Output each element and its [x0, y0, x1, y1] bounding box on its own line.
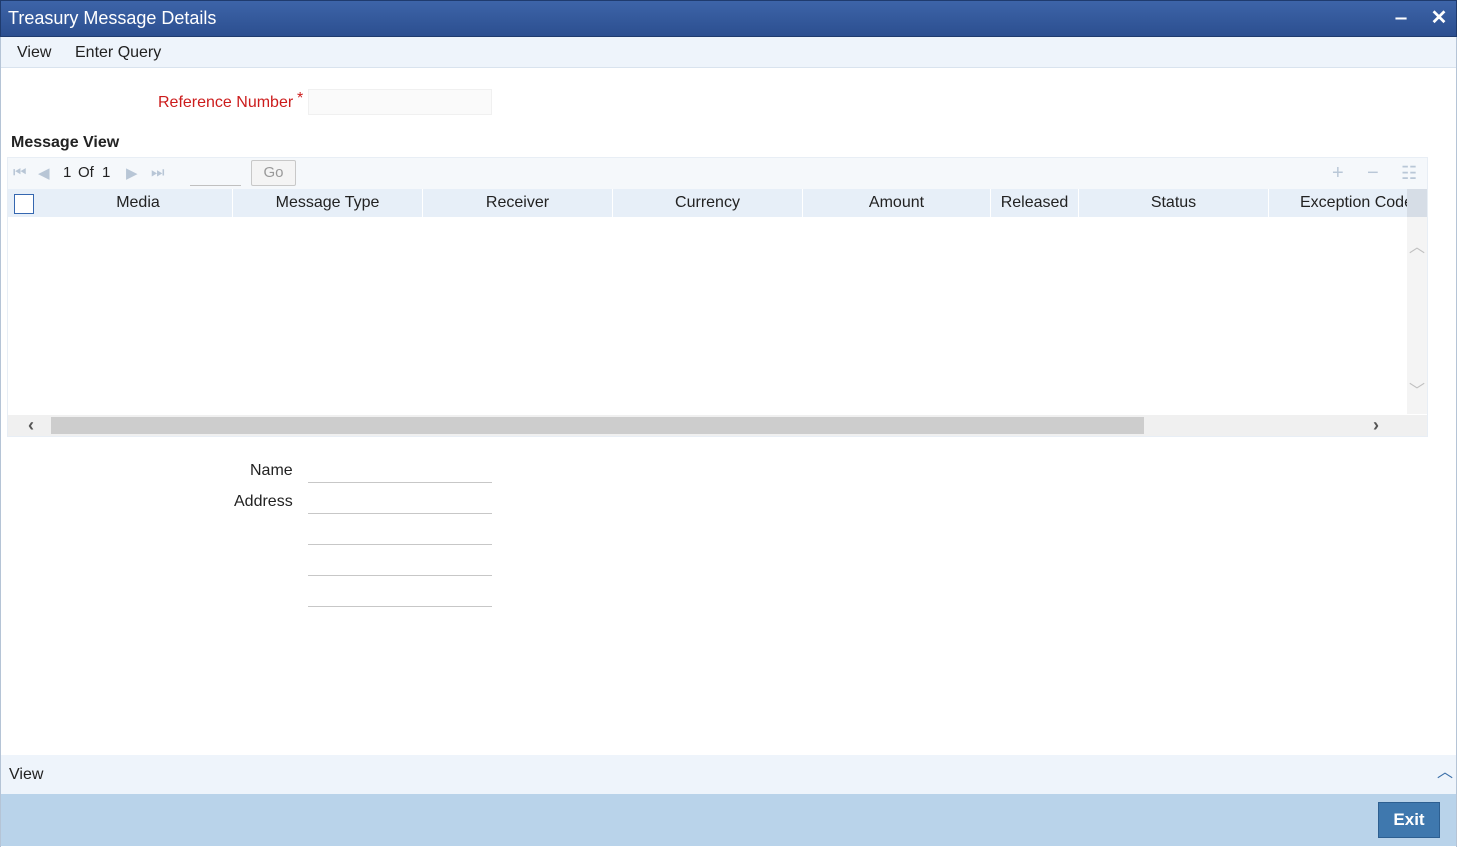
grid-pager: ⏮ ◀ 1 Of 1 ▶ ⏭ Go + − ☷ — [8, 158, 1427, 189]
column-header-receiver[interactable]: Receiver — [423, 189, 613, 217]
footer-view-label: View — [9, 766, 44, 783]
scroll-up-icon[interactable]: ︿ — [1409, 233, 1425, 257]
required-marker: * — [297, 90, 304, 107]
footer-view-panel: View ︿ — [1, 755, 1456, 794]
window-titlebar: Treasury Message Details ‒ ✕ — [0, 0, 1457, 37]
menu-item-enter-query[interactable]: Enter Query — [75, 44, 161, 62]
single-view-icon[interactable]: ☷ — [1401, 163, 1417, 184]
name-label: Name — [250, 462, 293, 479]
scroll-down-icon[interactable]: ﹀ — [1409, 377, 1425, 401]
reference-number-label: Reference Number — [158, 94, 294, 111]
column-header-amount[interactable]: Amount — [803, 189, 991, 217]
column-header-message-type[interactable]: Message Type — [233, 189, 423, 217]
column-header-media[interactable]: Media — [44, 189, 233, 217]
go-button[interactable]: Go — [251, 160, 296, 186]
scroll-left-icon[interactable]: ‹ — [28, 415, 34, 436]
last-page-icon[interactable]: ⏭ — [151, 164, 165, 181]
grid-body — [8, 217, 1407, 414]
column-header-released[interactable]: Released — [991, 189, 1079, 217]
first-page-icon[interactable]: ⏮ — [13, 164, 27, 181]
footer-action-bar: Exit — [1, 794, 1456, 846]
previous-page-icon[interactable]: ◀ — [38, 164, 50, 182]
close-icon[interactable]: ✕ — [1428, 7, 1450, 29]
vertical-scrollbar[interactable]: ︿ ﹀ — [1407, 217, 1427, 414]
address-label: Address — [234, 493, 293, 510]
column-header-currency[interactable]: Currency — [613, 189, 803, 217]
menu-bar: View Enter Query — [1, 37, 1456, 68]
scroll-right-icon[interactable]: › — [1373, 415, 1379, 436]
add-row-icon[interactable]: + — [1332, 162, 1344, 185]
menu-item-view[interactable]: View — [17, 44, 51, 62]
address-line-3-field[interactable] — [308, 552, 492, 576]
address-line-4-field[interactable] — [308, 583, 492, 607]
address-line-1-field[interactable] — [308, 490, 492, 514]
exit-button[interactable]: Exit — [1378, 802, 1440, 838]
reference-number-input[interactable] — [308, 89, 492, 115]
message-view-grid: ⏮ ◀ 1 Of 1 ▶ ⏭ Go + − ☷ Media Message Ty… — [7, 157, 1428, 437]
name-field[interactable] — [308, 459, 492, 483]
select-all-checkbox[interactable] — [14, 194, 34, 214]
grid-header: Media Message Type Receiver Currency Amo… — [8, 189, 1427, 217]
page-number-input[interactable] — [190, 161, 241, 186]
chevron-up-icon[interactable]: ︿ — [1437, 758, 1453, 782]
address-line-2-field[interactable] — [308, 521, 492, 545]
delete-row-icon[interactable]: − — [1367, 162, 1379, 185]
column-header-exception-code[interactable]: Exception Code — [1269, 189, 1427, 217]
total-pages: 1 — [102, 164, 111, 181]
message-view-title: Message View — [11, 134, 120, 151]
next-page-icon[interactable]: ▶ — [126, 164, 138, 182]
page-of-label: Of — [78, 164, 94, 181]
column-header-status[interactable]: Status — [1079, 189, 1269, 217]
horizontal-scrollbar[interactable]: ‹ › — [8, 415, 1427, 436]
window-title: Treasury Message Details — [8, 8, 217, 28]
current-page: 1 — [63, 164, 72, 181]
horizontal-scroll-thumb[interactable] — [51, 417, 1144, 434]
minimize-icon[interactable]: ‒ — [1390, 7, 1412, 29]
scrollbar-corner — [1407, 189, 1427, 217]
